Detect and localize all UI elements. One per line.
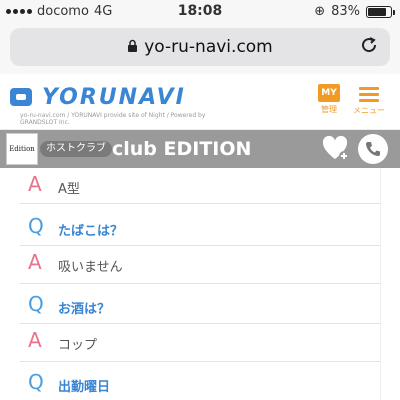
- hamburger-icon: [352, 87, 386, 102]
- question-row: Q 出勤曜日: [20, 368, 380, 400]
- divider: [20, 203, 380, 204]
- club-bar: Edition ホストクラブ club EDITION: [0, 130, 400, 168]
- divider: [20, 283, 380, 284]
- answer-row: A コップ: [20, 326, 380, 360]
- content-border-right: [380, 168, 381, 400]
- battery-icon: [366, 5, 395, 18]
- answer-text: コップ: [58, 338, 98, 353]
- divider: [20, 245, 380, 246]
- url-display[interactable]: yo-ru-navi.com: [10, 37, 390, 58]
- menu-label: メニュー: [353, 106, 385, 115]
- lock-icon: [127, 38, 138, 58]
- answer-text: 吸いません: [58, 260, 123, 275]
- answer-row: A 吸いません: [20, 248, 380, 282]
- orientation-lock-icon: ⊕: [314, 4, 326, 19]
- question-marker: Q: [28, 370, 44, 394]
- reload-icon[interactable]: [360, 35, 378, 59]
- browser-toolbar: yo-ru-navi.com: [0, 24, 400, 74]
- status-bar: docomo 4G 18:08 ⊕ 83%: [0, 0, 400, 24]
- logo-tagline: yo-ru-navi.com / YORUNAVI provide site o…: [20, 112, 206, 126]
- url-text: yo-ru-navi.com: [144, 37, 273, 57]
- my-manage-button[interactable]: MY 管理: [312, 84, 346, 115]
- battery-fill: [368, 7, 387, 16]
- question-row: Q たばこは？: [20, 210, 380, 244]
- question-text: お酒は？: [58, 302, 111, 317]
- divider: [20, 361, 380, 362]
- answer-row: A A型: [20, 168, 380, 202]
- my-icon: MY: [318, 84, 340, 102]
- logo-text: YORUNAVI: [42, 84, 186, 110]
- question-text: たばこは？: [58, 224, 124, 239]
- phone-call-button[interactable]: [358, 134, 388, 164]
- club-name: club EDITION: [112, 138, 252, 160]
- divider: [20, 323, 380, 324]
- status-right: ⊕ 83%: [314, 4, 395, 19]
- answer-text: A型: [58, 182, 80, 197]
- battery-percent: 83%: [331, 4, 360, 19]
- category-badge: ホストクラブ: [40, 141, 112, 157]
- manage-label: 管理: [321, 105, 337, 114]
- site-logo[interactable]: YORUNAVI: [8, 84, 186, 110]
- phone-icon: [366, 142, 380, 156]
- answer-marker: A: [28, 172, 42, 196]
- menu-button[interactable]: メニュー: [352, 84, 386, 116]
- answer-marker: A: [28, 328, 42, 352]
- answer-marker: A: [28, 250, 42, 274]
- club-logo-text: Edition: [9, 145, 35, 153]
- site-header: YORUNAVI yo-ru-navi.com / YORUNAVI provi…: [0, 74, 400, 130]
- question-marker: Q: [28, 292, 44, 316]
- question-row: Q お酒は？: [20, 290, 380, 324]
- profile-qa-list: A A型 Q たばこは？ A 吸いません Q お酒は？ A コップ Q 出勤曜日: [20, 168, 380, 400]
- club-logo[interactable]: Edition: [6, 133, 38, 165]
- address-bar[interactable]: yo-ru-navi.com: [10, 28, 390, 66]
- logo-mark-icon: [10, 88, 32, 106]
- question-text: 出勤曜日: [58, 380, 111, 395]
- favorite-heart-icon[interactable]: [322, 135, 350, 163]
- question-marker: Q: [28, 214, 44, 238]
